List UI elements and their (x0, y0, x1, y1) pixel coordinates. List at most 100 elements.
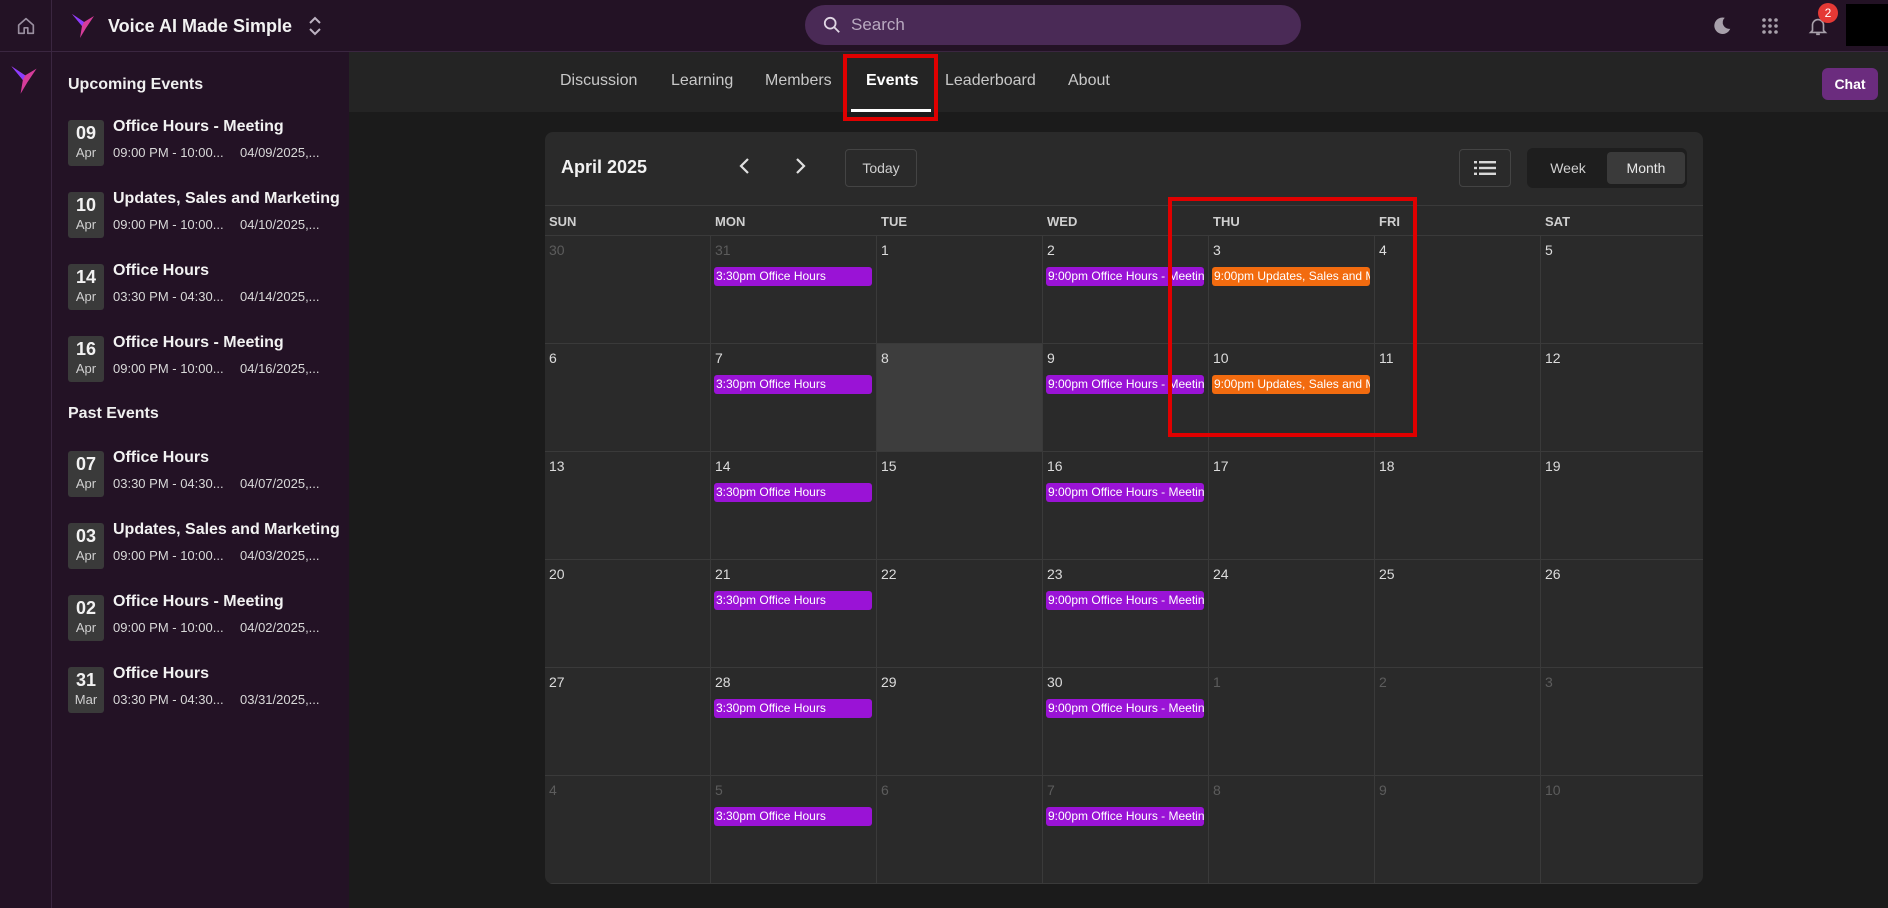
day-number: 3 (1545, 674, 1553, 690)
rail-community-item[interactable] (9, 64, 39, 101)
calendar-day-cell[interactable]: 6 (877, 776, 1043, 884)
calendar-day-cell[interactable]: 1 (1209, 668, 1375, 776)
calendar-day-cell[interactable]: 6 (545, 344, 711, 452)
apps-grid-icon (1762, 18, 1778, 34)
apps-button[interactable] (1756, 12, 1784, 40)
day-number: 22 (881, 566, 897, 582)
calendar-day-cell[interactable]: 25 (1375, 560, 1541, 668)
calendar-event-pill[interactable]: 9:00pm Office Hours - Meeting (1046, 591, 1204, 610)
calendar-day-cell[interactable]: 24 (1209, 560, 1375, 668)
calendar-day-cell[interactable]: 16 9:00pm Office Hours - Meeting (1043, 452, 1209, 560)
day-number: 17 (1213, 458, 1229, 474)
day-number: 11 (1379, 350, 1394, 366)
month-view-button[interactable]: Month (1607, 152, 1685, 184)
calendar-event-pill[interactable]: 9:00pm Office Hours - Meeting (1046, 375, 1204, 394)
calendar-event-pill[interactable]: 9:00pm Updates, Sales and Marketing (1212, 375, 1370, 394)
calendar-day-cell[interactable]: 9 (1375, 776, 1541, 884)
calendar-day-cell[interactable]: 10 9:00pm Updates, Sales and Marketing (1209, 344, 1375, 452)
calendar-event-pill[interactable]: 9:00pm Updates, Sales and Marketing (1212, 267, 1370, 286)
home-button[interactable] (0, 0, 52, 52)
calendar-day-cell[interactable]: 19 (1541, 452, 1703, 560)
calendar-day-cell[interactable]: 3 (1541, 668, 1703, 776)
day-number: 20 (549, 566, 565, 582)
calendar-day-cell[interactable]: 15 (877, 452, 1043, 560)
event-list-item[interactable]: 31 Mar Office Hours 03:30 PM - 04:30... 03/3… (68, 665, 348, 719)
search-input[interactable] (851, 15, 1271, 35)
calendar-day-cell[interactable]: 4 (545, 776, 711, 884)
week-view-button[interactable]: Week (1529, 152, 1607, 184)
events-calendar: April 2025 Today Week Month SUN MON TUE WED… (545, 132, 1703, 884)
calendar-day-cell[interactable]: 8 (1209, 776, 1375, 884)
event-list-item[interactable]: 03 Apr Updates, Sales and Marketing 09:00 P… (68, 521, 348, 575)
notifications-button[interactable]: 2 (1804, 3, 1838, 40)
theme-toggle-button[interactable] (1708, 12, 1736, 40)
calendar-day-cell[interactable]: 27 (545, 668, 711, 776)
calendar-day-cell[interactable]: 5 (1541, 236, 1703, 344)
calendar-day-cell[interactable]: 13 (545, 452, 711, 560)
calendar-day-cell[interactable]: 29 (877, 668, 1043, 776)
tab-discussion[interactable]: Discussion (560, 72, 637, 90)
calendar-event-pill[interactable]: 9:00pm Office Hours - Meeting (1046, 483, 1204, 502)
day-number: 1 (1213, 674, 1221, 690)
calendar-day-cell[interactable]: 26 (1541, 560, 1703, 668)
next-month-button[interactable] (784, 150, 816, 182)
tab-leaderboard[interactable]: Leaderboard (945, 72, 1036, 90)
calendar-event-pill[interactable]: 3:30pm Office Hours (714, 267, 872, 286)
calendar-event-pill[interactable]: 3:30pm Office Hours (714, 591, 872, 610)
calendar-day-cell[interactable]: 28 3:30pm Office Hours (711, 668, 877, 776)
event-list-item[interactable]: 02 Apr Office Hours - Meeting 09:00 PM - 10… (68, 593, 348, 647)
event-date-badge: 10 Apr (68, 192, 104, 238)
day-number: 24 (1213, 566, 1229, 582)
calendar-event-pill[interactable]: 3:30pm Office Hours (714, 699, 872, 718)
calendar-event-pill[interactable]: 3:30pm Office Hours (714, 375, 872, 394)
tab-events[interactable]: Events (866, 72, 918, 90)
day-of-week-header: SUN MON TUE WED THU FRI SAT (545, 205, 1703, 236)
day-number: 10 (1213, 350, 1229, 366)
event-list-item[interactable]: 16 Apr Office Hours - Meeting 09:00 PM - 10… (68, 334, 348, 388)
tab-members[interactable]: Members (765, 72, 832, 90)
community-switcher[interactable]: Voice AI Made Simple (70, 10, 322, 42)
calendar-day-cell[interactable]: 17 (1209, 452, 1375, 560)
calendar-day-cell[interactable]: 11 (1375, 344, 1541, 452)
calendar-day-cell[interactable]: 1 (877, 236, 1043, 344)
calendar-day-cell[interactable]: 30 (545, 236, 711, 344)
event-list-item[interactable]: 09 Apr Office Hours - Meeting 09:00 PM - 10… (68, 118, 348, 172)
community-tabs: Discussion Learning Members Events Leaderboa… (349, 52, 1888, 112)
calendar-day-cell[interactable]: 30 9:00pm Office Hours - Meeting (1043, 668, 1209, 776)
tab-about[interactable]: About (1068, 72, 1110, 90)
calendar-day-cell[interactable]: 18 (1375, 452, 1541, 560)
calendar-day-cell[interactable]: 12 (1541, 344, 1703, 452)
switch-chevrons-icon[interactable] (308, 15, 322, 37)
calendar-day-cell[interactable]: 9 9:00pm Office Hours - Meeting (1043, 344, 1209, 452)
calendar-event-pill[interactable]: 3:30pm Office Hours (714, 807, 872, 826)
calendar-day-cell[interactable]: 21 3:30pm Office Hours (711, 560, 877, 668)
today-button[interactable]: Today (845, 149, 917, 187)
calendar-day-cell[interactable]: 2 9:00pm Office Hours - Meeting (1043, 236, 1209, 344)
search-bar[interactable] (805, 5, 1301, 45)
calendar-event-pill[interactable]: 9:00pm Office Hours - Meeting (1046, 699, 1204, 718)
chat-button[interactable]: Chat (1822, 68, 1878, 100)
calendar-day-cell[interactable]: 4 (1375, 236, 1541, 344)
calendar-day-cell[interactable]: 10 (1541, 776, 1703, 884)
calendar-day-cell[interactable]: 22 (877, 560, 1043, 668)
event-list-item[interactable]: 10 Apr Updates, Sales and Marketing 09:00 P… (68, 190, 348, 244)
calendar-day-cell[interactable]: 20 (545, 560, 711, 668)
calendar-day-cell[interactable]: 2 (1375, 668, 1541, 776)
calendar-day-cell[interactable]: 7 9:00pm Office Hours - Meeting (1043, 776, 1209, 884)
calendar-day-cell[interactable]: 8 (877, 344, 1043, 452)
calendar-day-cell[interactable]: 23 9:00pm Office Hours - Meeting (1043, 560, 1209, 668)
tab-learning[interactable]: Learning (671, 72, 733, 90)
event-list-item[interactable]: 07 Apr Office Hours 03:30 PM - 04:30... 04/0… (68, 449, 348, 503)
calendar-event-pill[interactable]: 9:00pm Office Hours - Meeting (1046, 807, 1204, 826)
previous-month-button[interactable] (729, 150, 761, 182)
user-avatar[interactable] (1846, 4, 1888, 46)
event-list-item[interactable]: 14 Apr Office Hours 03:30 PM - 04:30... 04/1… (68, 262, 348, 316)
calendar-day-cell[interactable]: 3 9:00pm Updates, Sales and Marketing (1209, 236, 1375, 344)
calendar-event-pill[interactable]: 3:30pm Office Hours (714, 483, 872, 502)
calendar-day-cell[interactable]: 7 3:30pm Office Hours (711, 344, 877, 452)
calendar-day-cell[interactable]: 31 3:30pm Office Hours (711, 236, 877, 344)
list-view-button[interactable] (1459, 149, 1511, 187)
calendar-day-cell[interactable]: 5 3:30pm Office Hours (711, 776, 877, 884)
calendar-event-pill[interactable]: 9:00pm Office Hours - Meeting (1046, 267, 1204, 286)
calendar-day-cell[interactable]: 14 3:30pm Office Hours (711, 452, 877, 560)
